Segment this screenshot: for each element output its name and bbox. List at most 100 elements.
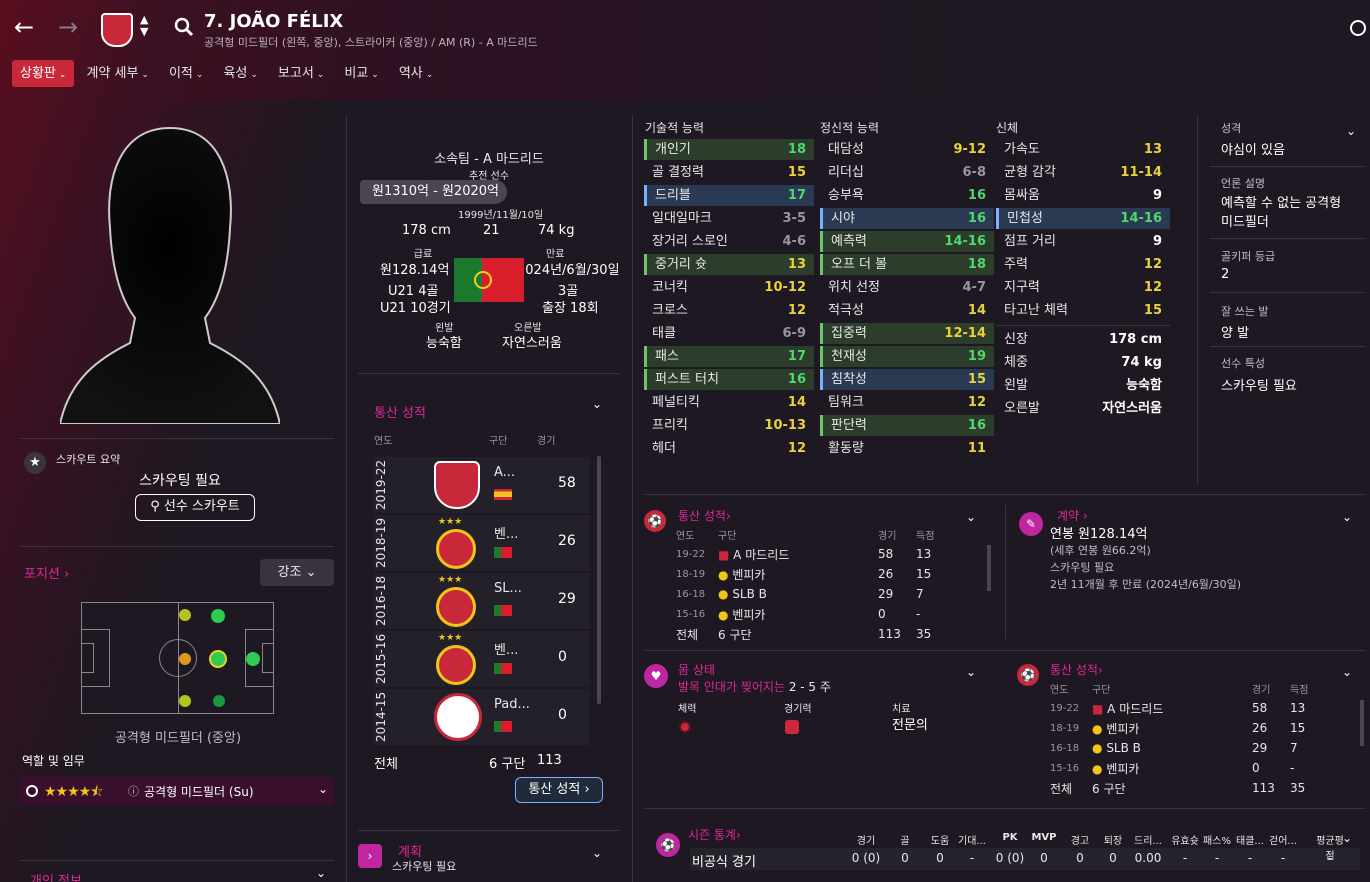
attribute-row[interactable]: 골 결정력 15 (644, 162, 814, 183)
season-col-header[interactable]: 퇴장 (1095, 832, 1131, 847)
attribute-row[interactable]: 태클 6-9 (644, 323, 814, 344)
attribute-row[interactable]: 장거리 스로인 4-6 (644, 231, 814, 252)
attribute-row[interactable]: 대담성 9-12 (820, 139, 994, 160)
attribute-name: 활동량 (828, 441, 864, 456)
attribute-row[interactable]: 침착성 15 (820, 369, 994, 390)
chevron-down-icon[interactable]: ⌄ (966, 665, 976, 679)
menu-overview[interactable]: 상황판 ⌄ (12, 60, 75, 87)
attribute-row[interactable]: 점프 거리 9 (996, 231, 1170, 252)
list-item[interactable]: 2015-16 ★★★ 벤... 0 (374, 631, 590, 687)
highlight-dropdown[interactable]: 강조 ⌄ (260, 559, 334, 586)
career-button[interactable]: 통산 성적 › (515, 777, 603, 803)
attribute-row[interactable]: 가속도 13 (996, 139, 1170, 160)
club-switch-chevron-icon[interactable]: ▲ ▼ (140, 14, 148, 38)
attribute-row[interactable]: 승부욕 16 (820, 185, 994, 206)
attribute-row[interactable]: 오프 더 볼 18 (820, 254, 994, 275)
attribute-row[interactable]: 일대일마크 3-5 (644, 208, 814, 229)
menu-contract[interactable]: 계약 세부 ⌄ (78, 60, 157, 87)
attribute-row[interactable]: 타고난 체력 15 (996, 300, 1170, 321)
attribute-value: 12 (1143, 257, 1162, 272)
attribute-row[interactable]: 판단력 16 (820, 415, 994, 436)
career-mini-title[interactable]: 통산 성적› (678, 507, 731, 524)
attribute-row[interactable]: 천재성 19 (820, 346, 994, 367)
attribute-row[interactable]: 몸싸움 9 (996, 185, 1170, 206)
attribute-row[interactable]: 리더십 6-8 (820, 162, 994, 183)
attribute-row[interactable]: 팀워크 12 (820, 392, 994, 413)
season-col-header[interactable]: 유효슛 (1167, 832, 1203, 847)
attribute-name: 오프 더 볼 (831, 257, 888, 272)
forward-arrow-icon[interactable]: → (58, 12, 78, 42)
personal-info-title[interactable]: 개인 정보 (30, 870, 82, 882)
career-title[interactable]: 통산 성적 (374, 402, 426, 421)
scrollbar[interactable] (597, 456, 601, 704)
season-col-header[interactable]: 경고 (1062, 832, 1098, 847)
menu-compare[interactable]: 비교 ⌄ (336, 60, 386, 87)
attribute-row[interactable]: 코너킥 10-12 (644, 277, 814, 298)
menu-transfer[interactable]: 이적 ⌄ (161, 60, 211, 87)
season-col-header[interactable]: 골 (887, 832, 923, 847)
chevron-down-icon[interactable]: ⌄ (1342, 510, 1352, 524)
attribute-row[interactable]: 위치 선정 4-7 (820, 277, 994, 298)
extra-name: 체중 (1004, 355, 1028, 370)
season-col-header[interactable]: 도움 (922, 832, 958, 847)
career-list[interactable]: 2019-22 A... 58 2018-19 ★★★ 벤... 26 2016… (358, 455, 598, 745)
condition-title[interactable]: 몸 상태 (678, 661, 715, 678)
attribute-row[interactable]: 중거리 슛 13 (644, 254, 814, 275)
attribute-row[interactable]: 시야 16 (820, 208, 994, 229)
position-title[interactable]: 포지션 › (24, 563, 69, 582)
attribute-value: 14-16 (944, 234, 986, 249)
career-mini-table: 연도 구단 경기 득점 19-22 ■ A 마드리드 58 13 18-19 ● 벤피카 26 1… (676, 530, 935, 642)
season-col-header[interactable]: 기대... (954, 832, 990, 847)
list-item[interactable]: 2016-18 ★★★ SL... 29 (374, 573, 590, 629)
attribute-row[interactable]: 활동량 11 (820, 438, 994, 459)
menu-history[interactable]: 역사 ⌄ (391, 60, 441, 87)
scout-player-button[interactable]: ⚲ 선수 스카우트 (135, 494, 255, 521)
attribute-row[interactable]: 지구력 12 (996, 277, 1170, 298)
menu-development[interactable]: 육성 ⌄ (215, 60, 265, 87)
season-col-header[interactable]: PK (992, 832, 1028, 843)
attribute-row[interactable]: 페널티킥 14 (644, 392, 814, 413)
menu-reports[interactable]: 보고서 ⌄ (270, 60, 332, 87)
chevron-down-icon[interactable]: ⌄ (592, 846, 602, 860)
chevron-down-icon[interactable]: ⌄ (966, 510, 976, 524)
attribute-row[interactable]: 개인기 18 (644, 139, 814, 160)
chevron-down-icon[interactable]: ⌄ (316, 866, 326, 880)
arrow-right-icon[interactable]: › (358, 844, 382, 868)
attribute-row[interactable]: 적극성 14 (820, 300, 994, 321)
season-col-header[interactable]: 드리... (1130, 832, 1166, 847)
list-item[interactable]: 2019-22 A... 58 (374, 457, 590, 513)
club-crest-icon[interactable] (101, 13, 133, 47)
season-stats-title[interactable]: 시즌 통계› (688, 826, 741, 843)
globe-icon[interactable] (1350, 20, 1366, 36)
attribute-row[interactable]: 크로스 12 (644, 300, 814, 321)
list-item[interactable]: 2014-15 Pad... 0 (374, 689, 590, 745)
attribute-row[interactable]: 패스 17 (644, 346, 814, 367)
attribute-row[interactable]: 주력 12 (996, 254, 1170, 275)
contract-title[interactable]: 계약 › (1057, 507, 1088, 524)
season-col-header[interactable]: 경기 (848, 832, 884, 847)
season-col-header[interactable]: 태클... (1232, 832, 1268, 847)
list-item[interactable]: 2018-19 ★★★ 벤... 26 (374, 515, 590, 571)
info-icon[interactable]: ⓘ (128, 783, 139, 799)
chevron-down-icon[interactable]: ⌄ (1342, 665, 1352, 679)
attribute-row[interactable]: 집중력 12-14 (820, 323, 994, 344)
search-icon[interactable] (174, 17, 194, 42)
attribute-row[interactable]: 균형 감각 11-14 (996, 162, 1170, 183)
season-col-header[interactable]: 패스% (1199, 832, 1235, 847)
season-col-header[interactable]: MVP (1026, 832, 1062, 843)
attribute-row[interactable]: 예측력 14-16 (820, 231, 994, 252)
attribute-row[interactable]: 헤더 12 (644, 438, 814, 459)
transfer-value-badge[interactable]: 원1310억 - 원2020억 (360, 180, 507, 204)
attribute-row[interactable]: 프리킥 10-13 (644, 415, 814, 436)
attribute-row[interactable]: 민첩성 14-16 (996, 208, 1170, 229)
season-col-header[interactable]: 걷어... (1265, 832, 1301, 847)
career-mini-title-2[interactable]: 통산 성적› (1050, 661, 1103, 678)
role-selector[interactable]: ★★★★⯪ ⓘ 공격형 미드필더 (Su) ⌄ (20, 777, 334, 805)
scrollbar[interactable] (987, 545, 991, 591)
scrollbar[interactable] (1360, 700, 1364, 746)
chevron-down-icon[interactable]: ⌄ (592, 397, 602, 411)
chevron-down-icon[interactable]: ⌄ (1346, 124, 1356, 138)
back-arrow-icon[interactable]: ← (14, 12, 34, 42)
attribute-row[interactable]: 드리블 17 (644, 185, 814, 206)
attribute-row[interactable]: 퍼스트 터치 16 (644, 369, 814, 390)
